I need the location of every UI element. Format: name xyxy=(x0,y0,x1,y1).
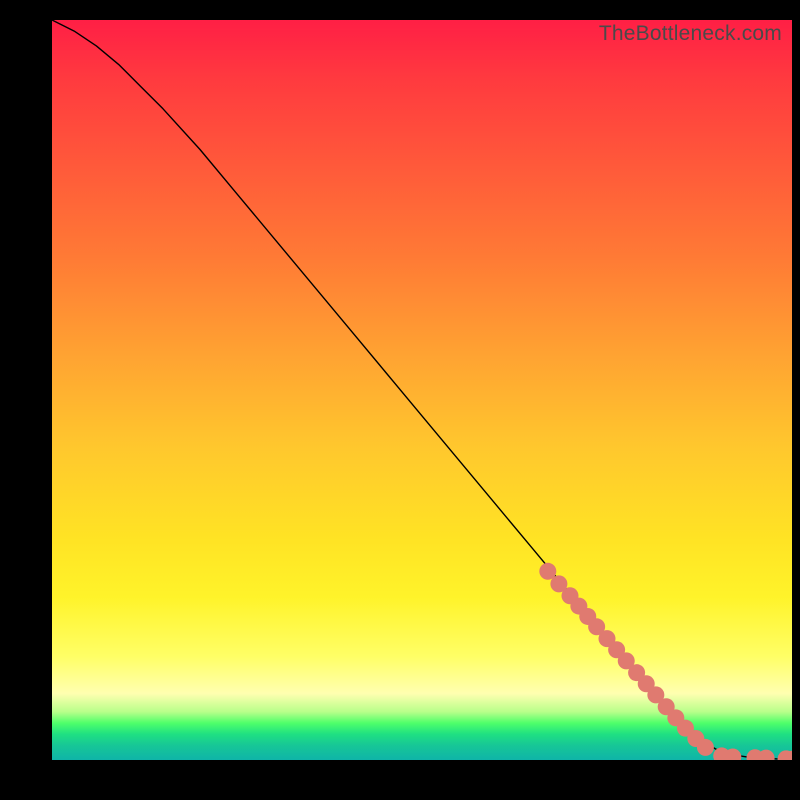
chart-svg xyxy=(52,20,792,760)
marker-group xyxy=(539,563,792,760)
plot-area: TheBottleneck.com xyxy=(52,20,792,760)
data-marker xyxy=(697,739,714,756)
curve-line xyxy=(52,20,792,759)
chart-container: TheBottleneck.com xyxy=(0,0,800,800)
